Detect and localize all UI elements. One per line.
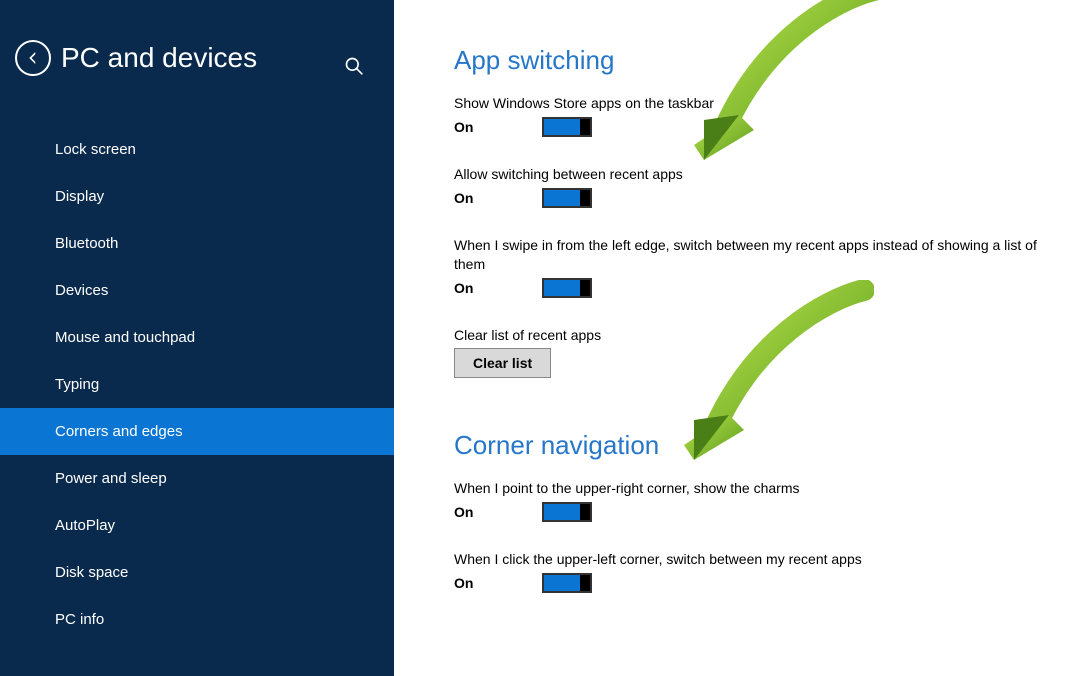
sidebar-item-typing[interactable]: Typing — [0, 361, 394, 408]
arrow-left-icon — [24, 49, 42, 67]
sidebar-item-mouse-touchpad[interactable]: Mouse and touchpad — [0, 314, 394, 361]
setting-label: Allow switching between recent apps — [454, 165, 1053, 184]
toggle-row: On — [454, 573, 1053, 593]
sidebar-item-label: Typing — [55, 376, 99, 393]
setting-allow-switching: Allow switching between recent apps On — [454, 165, 1053, 208]
toggle-switch[interactable] — [542, 573, 592, 593]
clear-list-button[interactable]: Clear list — [454, 348, 551, 378]
toggle-state: On — [454, 190, 542, 206]
search-icon — [344, 56, 364, 76]
toggle-state: On — [454, 504, 542, 520]
setting-label: Show Windows Store apps on the taskbar — [454, 94, 1053, 113]
sidebar-item-label: Disk space — [55, 564, 128, 581]
sidebar-item-label: Power and sleep — [55, 470, 167, 487]
toggle-row: On — [454, 117, 1053, 137]
setting-upper-right-charms: When I point to the upper-right corner, … — [454, 479, 1053, 522]
header: PC and devices — [0, 0, 394, 96]
toggle-switch[interactable] — [542, 502, 592, 522]
setting-show-store-apps: Show Windows Store apps on the taskbar O… — [454, 94, 1053, 137]
sidebar-item-corners-edges[interactable]: Corners and edges — [0, 408, 394, 455]
sidebar-item-autoplay[interactable]: AutoPlay — [0, 502, 394, 549]
sidebar-item-label: AutoPlay — [55, 517, 115, 534]
toggle-switch[interactable] — [542, 188, 592, 208]
toggle-switch[interactable] — [542, 278, 592, 298]
sidebar-item-label: Lock screen — [55, 141, 136, 158]
setting-label: When I point to the upper-right corner, … — [454, 479, 1053, 498]
sidebar-item-power-sleep[interactable]: Power and sleep — [0, 455, 394, 502]
section-title: App switching — [454, 45, 1053, 76]
toggle-state: On — [454, 280, 542, 296]
sidebar-item-pc-info[interactable]: PC info — [0, 596, 394, 643]
section-title: Corner navigation — [454, 430, 1053, 461]
setting-label: When I swipe in from the left edge, swit… — [454, 236, 1053, 274]
toggle-state: On — [454, 119, 542, 135]
toggle-row: On — [454, 278, 1053, 298]
section-app-switching: App switching Show Windows Store apps on… — [454, 45, 1053, 378]
toggle-switch[interactable] — [542, 117, 592, 137]
toggle-row: On — [454, 188, 1053, 208]
toggle-state: On — [454, 575, 542, 591]
sidebar-item-label: PC info — [55, 611, 104, 628]
sidebar: PC and devices Lock screen Display Bluet… — [0, 0, 394, 676]
setting-label: When I click the upper-left corner, swit… — [454, 550, 1053, 569]
sidebar-item-devices[interactable]: Devices — [0, 267, 394, 314]
sidebar-item-label: Corners and edges — [55, 423, 183, 440]
sidebar-item-disk-space[interactable]: Disk space — [0, 549, 394, 596]
toggle-row: On — [454, 502, 1053, 522]
setting-upper-left-switch: When I click the upper-left corner, swit… — [454, 550, 1053, 593]
setting-clear-recent-apps: Clear list of recent apps Clear list — [454, 326, 1053, 379]
sidebar-item-label: Mouse and touchpad — [55, 329, 195, 346]
sidebar-item-label: Display — [55, 188, 104, 205]
back-button[interactable] — [15, 40, 51, 76]
sidebar-item-bluetooth[interactable]: Bluetooth — [0, 220, 394, 267]
search-button[interactable] — [344, 56, 364, 76]
section-corner-navigation: Corner navigation When I point to the up… — [454, 430, 1053, 593]
page-title: PC and devices — [61, 42, 257, 74]
sidebar-item-display[interactable]: Display — [0, 173, 394, 220]
setting-label: Clear list of recent apps — [454, 326, 1053, 345]
sidebar-item-label: Devices — [55, 282, 108, 299]
main-content: App switching Show Windows Store apps on… — [394, 0, 1078, 676]
nav-list: Lock screen Display Bluetooth Devices Mo… — [0, 126, 394, 643]
sidebar-item-lock-screen[interactable]: Lock screen — [0, 126, 394, 173]
sidebar-item-label: Bluetooth — [55, 235, 118, 252]
setting-swipe-left-edge: When I swipe in from the left edge, swit… — [454, 236, 1053, 298]
